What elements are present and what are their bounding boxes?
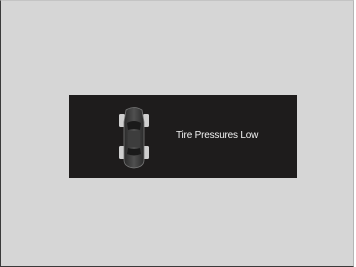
instrument-display-panel: Tire Pressures Low	[69, 95, 297, 178]
tire-pressure-message: Tire Pressures Low	[176, 130, 259, 141]
car-top-view-tire-icon	[119, 107, 149, 169]
screen-frame: Tire Pressures Low	[0, 0, 354, 267]
